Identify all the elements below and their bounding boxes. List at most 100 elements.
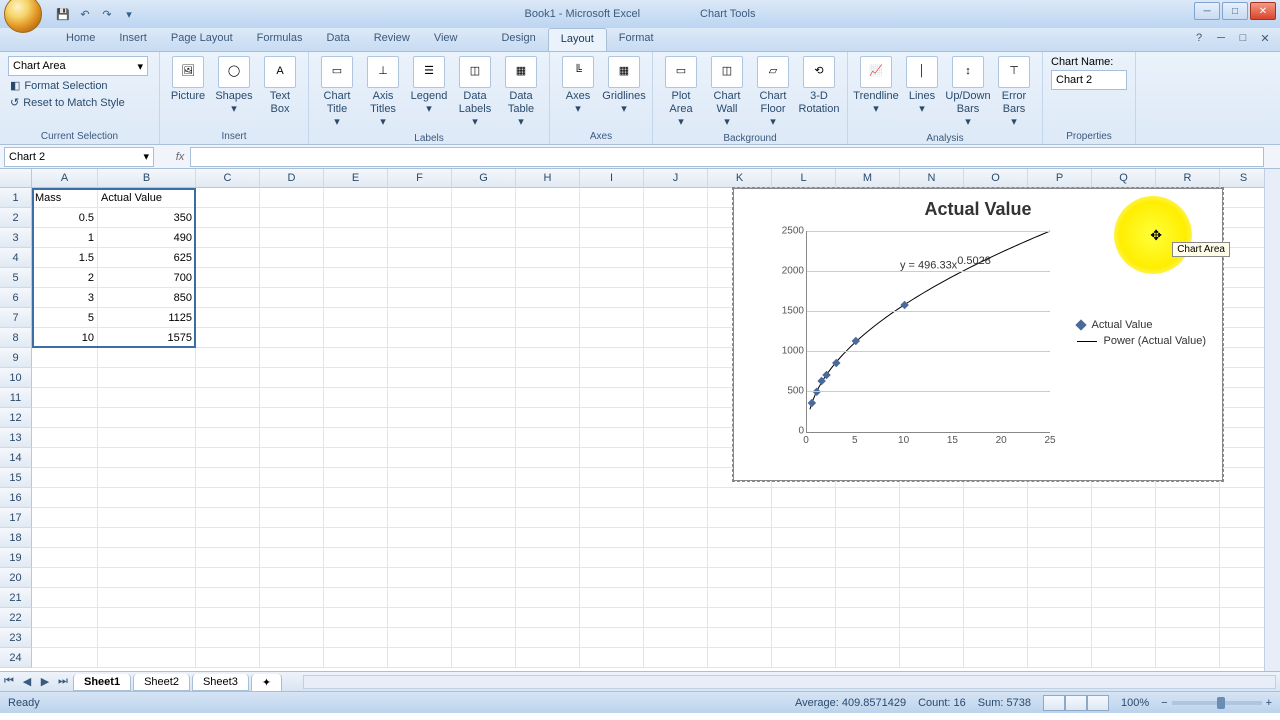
cell[interactable]: [516, 588, 580, 608]
cell[interactable]: [260, 208, 324, 228]
cell[interactable]: [452, 428, 516, 448]
updown-bars-button[interactable]: ↕Up/Down Bars▾: [946, 54, 990, 132]
row-header[interactable]: 23: [0, 628, 32, 648]
cell[interactable]: [452, 328, 516, 348]
cell[interactable]: [1092, 628, 1156, 648]
cell[interactable]: [32, 488, 98, 508]
cell[interactable]: [516, 508, 580, 528]
cell[interactable]: [260, 468, 324, 488]
cell[interactable]: [196, 548, 260, 568]
cell[interactable]: [196, 568, 260, 588]
cell[interactable]: 1: [32, 228, 98, 248]
cell[interactable]: [644, 268, 708, 288]
cell[interactable]: [1220, 588, 1268, 608]
cell[interactable]: [708, 508, 772, 528]
cell[interactable]: [32, 608, 98, 628]
cell[interactable]: [1028, 548, 1092, 568]
cell[interactable]: [98, 348, 196, 368]
row-header[interactable]: 3: [0, 228, 32, 248]
row-header[interactable]: 16: [0, 488, 32, 508]
cell[interactable]: [644, 208, 708, 228]
cell[interactable]: [324, 608, 388, 628]
row-header[interactable]: 21: [0, 588, 32, 608]
cell[interactable]: [836, 648, 900, 668]
cell[interactable]: [324, 328, 388, 348]
cell[interactable]: [388, 508, 452, 528]
column-header[interactable]: S: [1220, 169, 1268, 188]
cell[interactable]: [260, 388, 324, 408]
cell[interactable]: [644, 408, 708, 428]
reset-style-button[interactable]: ↺ Reset to Match Style: [8, 95, 148, 110]
cell[interactable]: [98, 408, 196, 428]
worksheet-grid[interactable]: ABCDEFGHIJKLMNOPQRS 1MassActual Value20.…: [0, 169, 1280, 671]
column-header[interactable]: K: [708, 169, 772, 188]
cell[interactable]: [196, 228, 260, 248]
column-header[interactable]: H: [516, 169, 580, 188]
cell[interactable]: [324, 228, 388, 248]
cell[interactable]: [196, 588, 260, 608]
row-header[interactable]: 24: [0, 648, 32, 668]
cell[interactable]: [644, 348, 708, 368]
cell[interactable]: [1028, 648, 1092, 668]
cell[interactable]: [964, 508, 1028, 528]
cell[interactable]: [196, 508, 260, 528]
tab-review[interactable]: Review: [362, 28, 422, 51]
cell[interactable]: [1220, 448, 1268, 468]
cell[interactable]: [1028, 588, 1092, 608]
cell[interactable]: [324, 648, 388, 668]
cell[interactable]: [98, 488, 196, 508]
cell[interactable]: [644, 368, 708, 388]
cell[interactable]: [516, 548, 580, 568]
tab-nav-last[interactable]: ⏭: [55, 674, 71, 690]
cell[interactable]: [324, 468, 388, 488]
cell[interactable]: [452, 608, 516, 628]
cell[interactable]: [580, 388, 644, 408]
format-selection-button[interactable]: ◧ Format Selection: [8, 78, 148, 93]
cell[interactable]: [644, 248, 708, 268]
save-icon[interactable]: 💾: [54, 5, 72, 23]
cell[interactable]: Mass: [32, 188, 98, 208]
cell[interactable]: [1028, 568, 1092, 588]
column-header[interactable]: C: [196, 169, 260, 188]
cell[interactable]: [1028, 488, 1092, 508]
cell[interactable]: [580, 648, 644, 668]
cell[interactable]: [772, 488, 836, 508]
cell[interactable]: [644, 288, 708, 308]
doc-restore-button[interactable]: □: [1234, 30, 1252, 46]
cell[interactable]: [516, 268, 580, 288]
cell[interactable]: [388, 608, 452, 628]
embedded-chart[interactable]: ✥ Chart Area Actual Value 05001000150020…: [733, 188, 1223, 481]
cell[interactable]: [98, 528, 196, 548]
cell[interactable]: [196, 328, 260, 348]
cell[interactable]: [964, 608, 1028, 628]
cell[interactable]: [260, 348, 324, 368]
cell[interactable]: [1028, 608, 1092, 628]
cell[interactable]: [388, 268, 452, 288]
column-header[interactable]: Q: [1092, 169, 1156, 188]
cell[interactable]: [516, 628, 580, 648]
cell[interactable]: [388, 568, 452, 588]
cell[interactable]: 1125: [98, 308, 196, 328]
tab-data[interactable]: Data: [314, 28, 361, 51]
cell[interactable]: [196, 628, 260, 648]
cell[interactable]: [388, 628, 452, 648]
cell[interactable]: [1156, 568, 1220, 588]
3d-rotation-button[interactable]: ⟲3-D Rotation: [797, 54, 841, 118]
cell[interactable]: [260, 228, 324, 248]
cell[interactable]: [900, 568, 964, 588]
cell[interactable]: 850: [98, 288, 196, 308]
cell[interactable]: [98, 648, 196, 668]
cell[interactable]: [580, 228, 644, 248]
row-header[interactable]: 9: [0, 348, 32, 368]
column-header[interactable]: A: [32, 169, 98, 188]
cell[interactable]: [1220, 268, 1268, 288]
qat-customize-icon[interactable]: ▾: [120, 5, 138, 23]
cell[interactable]: [516, 308, 580, 328]
cell[interactable]: [260, 248, 324, 268]
cell[interactable]: [772, 548, 836, 568]
cell[interactable]: [516, 448, 580, 468]
cell[interactable]: [452, 488, 516, 508]
cell[interactable]: [516, 228, 580, 248]
cell[interactable]: [452, 588, 516, 608]
cell[interactable]: [1220, 368, 1268, 388]
